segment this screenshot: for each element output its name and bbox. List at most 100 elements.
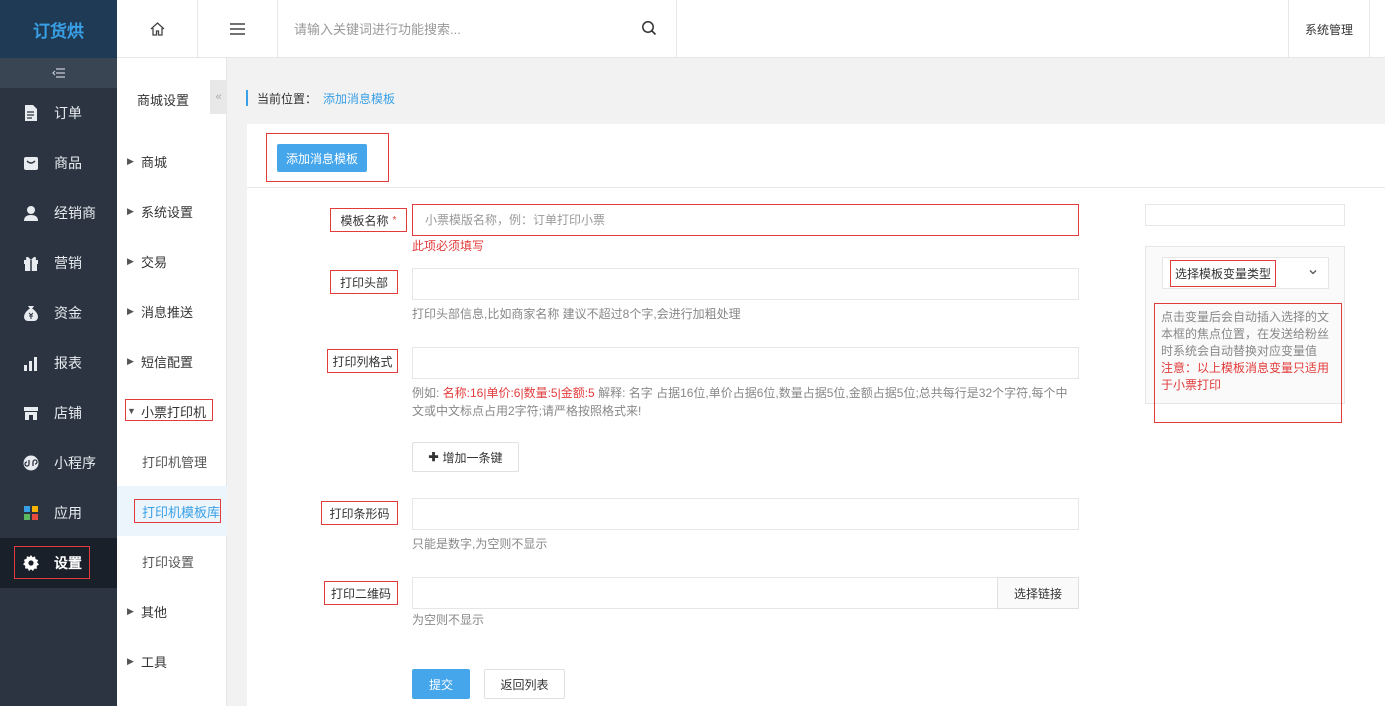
secondary-menu: 商城设置 « ▶ 商城 ▶ 系统设置 ▶ 交易 ▶ 消息推送 ▶ 短信配置 ▼ 小票打印机 … [117, 58, 227, 706]
document-icon [22, 104, 40, 122]
search-icon [642, 21, 657, 36]
submenu-item-label: 工具 [141, 654, 168, 670]
product-icon [22, 154, 40, 172]
bar-chart-icon [22, 354, 40, 372]
sidebar-item-orders[interactable]: 订单 [0, 88, 117, 138]
highlight-box [14, 546, 90, 579]
caret-right-icon: ▶ [127, 305, 134, 316]
format-example: 名称:16|单价:6|数量:5|金额:5 [442, 386, 595, 400]
variable-note: 注意：以上模板消息变量只适用于小票打印 [1161, 361, 1330, 392]
submit-button[interactable]: 提交 [412, 669, 470, 699]
print-header-label: 打印头部 [330, 270, 398, 294]
submenu-item-print-settings[interactable]: 打印设置 [117, 536, 227, 586]
app-logo: 订货烘 [0, 0, 117, 58]
variable-type-select[interactable]: 选择模板变量类型 [1162, 257, 1329, 289]
sidebar-item-shop[interactable]: 店铺 [0, 388, 117, 438]
plus-icon: ✚ [428, 450, 439, 464]
print-columns-label: 打印列格式 [327, 349, 398, 373]
menu-toggle-button[interactable] [198, 0, 278, 58]
print-qrcode-help: 为空则不显示 [412, 613, 485, 627]
gift-icon [22, 254, 40, 272]
sidebar-item-mini-program[interactable]: 小程序 [0, 438, 117, 488]
home-icon [150, 22, 164, 36]
variable-type-select-label: 选择模板变量类型 [1170, 259, 1277, 287]
print-columns-input[interactable] [412, 347, 1079, 379]
caret-right-icon: ▶ [127, 255, 134, 266]
sidebar-item-label: 应用 [54, 505, 82, 521]
chevron-down-icon [1309, 270, 1317, 275]
submenu-collapse-button[interactable]: « [210, 80, 227, 114]
sidebar-item-reports[interactable]: 报表 [0, 338, 117, 388]
submenu-item-tools[interactable]: ▶ 工具 [117, 636, 227, 686]
top-header: 系统管理 [117, 0, 1385, 58]
select-link-button[interactable]: 选择链接 [997, 577, 1079, 609]
sidebar-item-apps[interactable]: 应用 [0, 488, 117, 538]
template-name-input[interactable] [412, 204, 1079, 236]
sidebar-item-label: 报表 [54, 355, 82, 371]
sidebar-item-marketing[interactable]: 营销 [0, 238, 117, 288]
submenu-item-message-push[interactable]: ▶ 消息推送 [117, 286, 227, 336]
submenu-item-trade[interactable]: ▶ 交易 [117, 236, 227, 286]
breadcrumb-prefix: 当前位置： [257, 91, 318, 106]
main-sidebar: 订货烘 订单 商品 经销商 营销 资金 报表 店铺 小程序 应用 设置 [0, 0, 117, 706]
sidebar-collapse-button[interactable] [0, 58, 117, 88]
double-chevron-left-icon: « [215, 91, 222, 103]
highlight-box [134, 499, 221, 523]
submenu-item-label: 系统设置 [141, 204, 194, 220]
sidebar-item-label: 经销商 [54, 205, 96, 221]
variable-panel: 选择模板变量类型 点击变量后会自动插入选择的文本框的焦点位置，在发送给粉丝时系统… [1145, 246, 1345, 423]
divider [676, 0, 677, 58]
add-message-template-tab[interactable]: 添加消息模板 [277, 144, 367, 172]
sidebar-item-label: 营销 [54, 255, 82, 271]
submenu-item-system-settings[interactable]: ▶ 系统设置 [117, 186, 227, 236]
search-button[interactable] [641, 20, 661, 40]
home-button[interactable] [117, 0, 198, 58]
divider [1369, 0, 1370, 58]
submenu-item-printer-management[interactable]: 打印机管理 [117, 436, 227, 486]
back-to-list-button[interactable]: 返回列表 [484, 669, 565, 699]
print-barcode-help: 只能是数字,为空则不显示 [412, 537, 548, 551]
submenu-item-other[interactable]: ▶ 其他 [117, 586, 227, 636]
submenu-item-label: 交易 [141, 254, 168, 270]
caret-right-icon: ▶ [127, 155, 134, 166]
sidebar-item-label: 店铺 [54, 405, 82, 421]
search-input[interactable] [278, 0, 676, 58]
submenu-item-label: 打印设置 [142, 554, 195, 570]
print-barcode-label: 打印条形码 [321, 501, 398, 525]
caret-right-icon: ▶ [127, 605, 134, 616]
template-name-error: 此项必须填写 [412, 239, 485, 253]
sidebar-item-funds[interactable]: 资金 [0, 288, 117, 338]
caret-right-icon: ▶ [127, 205, 134, 216]
sidebar-item-dealers[interactable]: 经销商 [0, 188, 117, 238]
tab-divider [247, 187, 1385, 188]
shop-icon [22, 404, 40, 422]
submenu-item-label: 消息推送 [141, 304, 194, 320]
template-name-label: 模板名称 * [330, 208, 407, 232]
print-header-input[interactable] [412, 268, 1079, 300]
print-columns-help: 例如: 名称:16|单价:6|数量:5|金额:5 解释: 名字 占据16位,单价… [412, 386, 1068, 418]
sidebar-item-settings[interactable]: 设置 [0, 538, 117, 588]
submenu-item-sms-config[interactable]: ▶ 短信配置 [117, 336, 227, 386]
sidebar-item-products[interactable]: 商品 [0, 138, 117, 188]
apps-icon [22, 504, 40, 522]
print-qrcode-input[interactable] [412, 577, 998, 609]
system-management-link[interactable]: 系统管理 [1288, 0, 1369, 58]
print-barcode-input[interactable] [412, 498, 1079, 530]
print-qrcode-label: 打印二维码 [324, 581, 398, 605]
sidebar-item-label: 订单 [54, 105, 82, 121]
add-key-button[interactable]: ✚ 增加一条键 [412, 442, 519, 472]
user-icon [22, 204, 40, 222]
variable-hint: 点击变量后会自动插入选择的文本框的焦点位置，在发送给粉丝时系统会自动替换对应变量… [1154, 303, 1342, 423]
required-mark: * [392, 214, 397, 226]
print-header-help: 打印头部信息,比如商家名称 建议不超过8个字,会进行加粗处理 [412, 307, 741, 321]
mini-program-icon [22, 454, 40, 472]
submenu-item-label: 短信配置 [141, 354, 194, 370]
caret-right-icon: ▶ [127, 355, 134, 366]
submenu-item-label: 打印机管理 [142, 454, 208, 470]
hamburger-icon [230, 23, 245, 35]
submenu-item-mall[interactable]: ▶ 商城 [117, 136, 227, 186]
caret-right-icon: ▶ [127, 655, 134, 666]
variable-search-box[interactable] [1145, 204, 1345, 226]
sidebar-item-label: 资金 [54, 305, 82, 321]
breadcrumb-current[interactable]: 添加消息模板 [323, 90, 395, 107]
